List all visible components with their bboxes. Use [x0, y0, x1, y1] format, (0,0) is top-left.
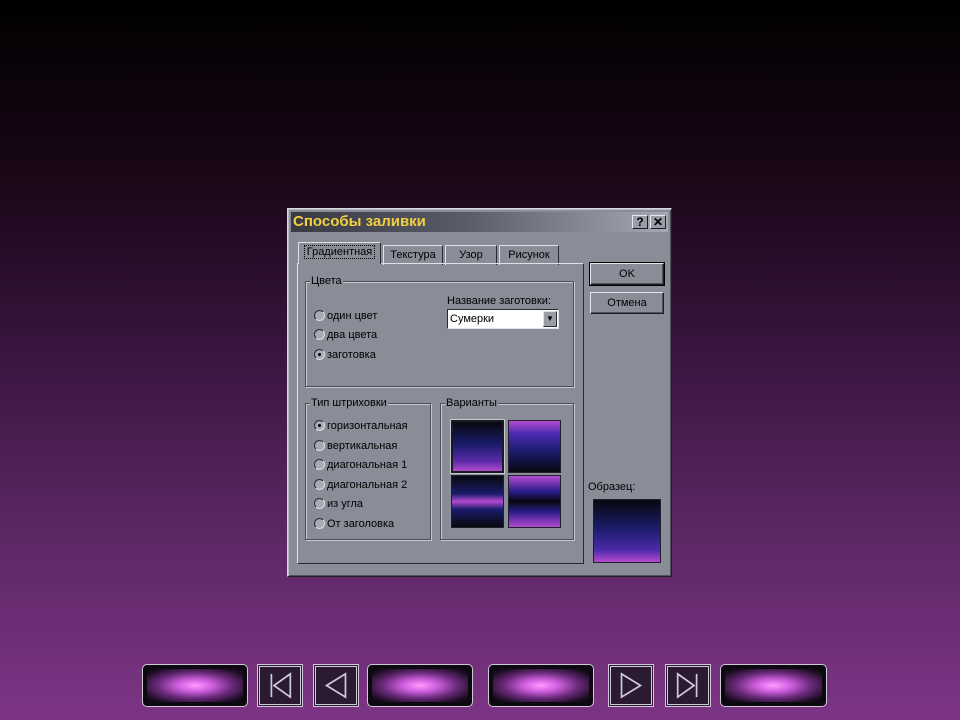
radio-diagonal-1-button[interactable] — [314, 459, 325, 470]
variant-swatch-2[interactable] — [508, 420, 561, 473]
radio-preset-button[interactable] — [314, 349, 325, 360]
radio-from-title-button[interactable] — [314, 518, 325, 529]
colors-group: Цвета один цвет два цвета заготовка Назв… — [305, 274, 574, 387]
title-bar[interactable]: Способы заливки ? ✕ — [291, 212, 668, 232]
variants-group-label: Варианты — [445, 396, 498, 410]
radio-one-color-button[interactable] — [314, 310, 325, 321]
previous-slide-button[interactable] — [313, 664, 359, 707]
next-slide-button[interactable] — [608, 664, 654, 707]
glow-icon — [372, 669, 468, 702]
radio-vertical-label: вертикальная — [327, 440, 398, 452]
tab-panel: Цвета один цвет два цвета заготовка Назв… — [297, 263, 584, 564]
preset-name-label: Название заготовки: — [447, 295, 551, 307]
sample-preview — [593, 499, 661, 563]
radio-from-title-label: От заголовка — [327, 518, 395, 530]
radio-one-color-label: один цвет — [327, 310, 378, 322]
radio-preset-label: заготовка — [327, 349, 376, 361]
first-slide-button[interactable] — [257, 664, 303, 707]
preset-name-value: Сумерки — [450, 313, 495, 325]
last-slide-button[interactable] — [665, 664, 711, 707]
dialog-title: Способы заливки — [293, 213, 426, 230]
shading-styles-group-label: Тип штриховки — [310, 396, 388, 410]
variant-swatch-1[interactable] — [451, 420, 504, 473]
first-slide-icon — [270, 672, 292, 699]
radio-diagonal-1-label: диагональная 1 — [327, 459, 408, 471]
preset-name-dropdown[interactable]: Сумерки ▼ — [447, 309, 559, 329]
radio-horizontal-label: горизонтальная — [327, 420, 408, 432]
radio-diagonal-2-label: диагональная 2 — [327, 479, 408, 491]
blank-nav-button-3[interactable] — [488, 664, 594, 707]
colors-group-label: Цвета — [310, 274, 343, 288]
tab-texture[interactable]: Текстура — [383, 245, 443, 265]
shading-styles-group: Тип штриховки горизонтальная вертикальна… — [305, 396, 431, 540]
variant-swatch-4[interactable] — [508, 475, 561, 528]
previous-slide-icon — [324, 672, 347, 699]
blank-nav-button-4[interactable] — [720, 664, 827, 707]
sample-label: Образец: — [588, 481, 636, 493]
blank-nav-button-2[interactable] — [367, 664, 473, 707]
tab-gradient[interactable]: Градиентная — [298, 242, 381, 264]
ok-button[interactable]: OK — [589, 262, 665, 286]
fill-effects-dialog: Способы заливки ? ✕ Градиентная Текстура… — [287, 208, 672, 577]
radio-from-corner-label: из угла — [327, 498, 364, 510]
variant-swatch-3[interactable] — [451, 475, 504, 528]
radio-vertical-button[interactable] — [314, 440, 325, 451]
radio-two-colors-button[interactable] — [314, 329, 325, 340]
tab-gradient-label: Градиентная — [303, 245, 376, 259]
glow-icon — [493, 669, 589, 702]
close-button[interactable]: ✕ — [650, 215, 666, 229]
radio-two-colors-label: два цвета — [327, 329, 378, 341]
blank-nav-button-1[interactable] — [142, 664, 248, 707]
radio-diagonal-2-button[interactable] — [314, 479, 325, 490]
help-button[interactable]: ? — [632, 215, 648, 229]
tab-pattern[interactable]: Узор — [445, 245, 497, 265]
radio-horizontal-button[interactable] — [314, 420, 325, 431]
cancel-button[interactable]: Отмена — [590, 292, 664, 314]
chevron-down-icon[interactable]: ▼ — [543, 311, 557, 327]
tab-picture[interactable]: Рисунок — [499, 245, 559, 265]
glow-icon — [725, 669, 822, 702]
radio-from-corner-button[interactable] — [314, 498, 325, 509]
glow-icon — [147, 669, 243, 702]
next-slide-icon — [620, 672, 643, 699]
variants-group: Варианты — [440, 396, 574, 540]
last-slide-icon — [676, 672, 698, 699]
